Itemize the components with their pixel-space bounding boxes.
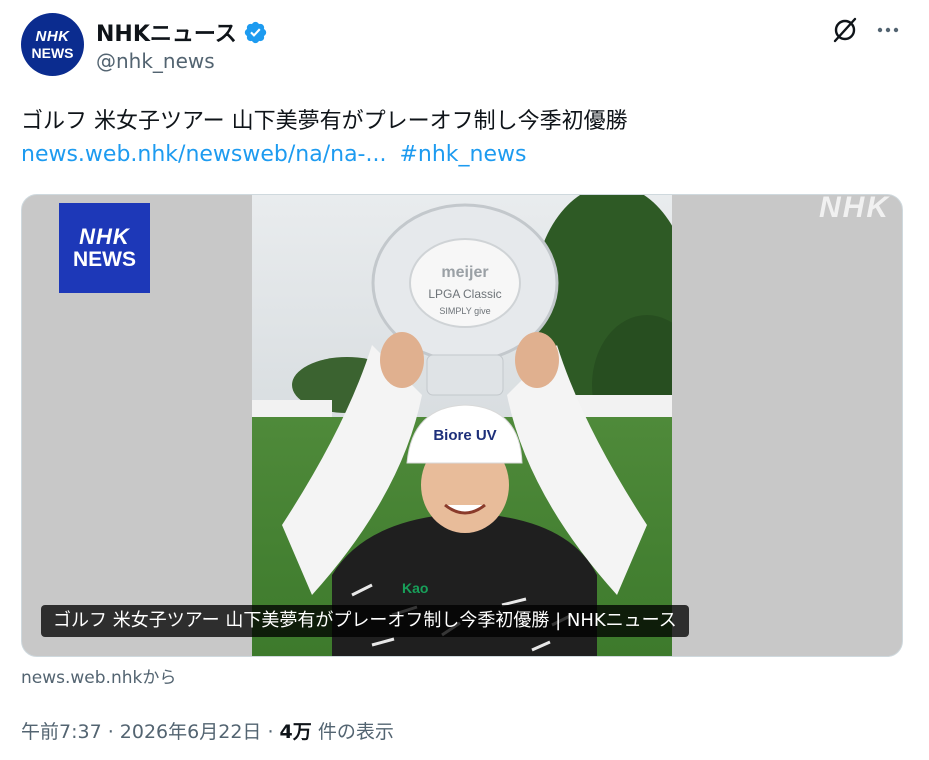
tweet-url-link[interactable]: news.web.nhk/newsweb/na/na-... <box>21 142 386 167</box>
view-count-label: 件の表示 <box>311 721 394 743</box>
trophy-text-3: SIMPLY give <box>439 306 490 316</box>
tweet-text: ゴルフ 米女子ツアー 山下美夢有がプレーオフ制し今季初優勝 <box>21 109 628 134</box>
trophy-text-2: LPGA Classic <box>428 287 501 301</box>
account-name-row: NHKニュース <box>96 16 268 48</box>
right-hand <box>515 332 559 388</box>
avatar-logo-line2: NEWS <box>31 45 74 61</box>
meta-separator: · <box>101 721 120 743</box>
avatar[interactable]: NHK NEWS <box>21 13 84 76</box>
avatar-logo-line1: NHK <box>35 28 70 45</box>
news-photo: meijer LPGA Classic SIMPLY give Kao Bior… <box>252 195 672 656</box>
tweet-links: news.web.nhk/newsweb/na/na-... #nhk_news <box>21 142 526 167</box>
left-hand <box>380 332 424 388</box>
display-name[interactable]: NHKニュース <box>96 16 237 48</box>
trophy-base <box>426 354 504 396</box>
nhk-logo-line2: NEWS <box>73 247 136 271</box>
tweet-meta: 午前7:37 · 2026年6月22日 · 4万 件の表示 <box>21 717 394 744</box>
meta-separator: · <box>261 721 280 743</box>
hashtag-link[interactable]: #nhk_news <box>399 142 526 167</box>
shirt-logo: Kao <box>402 580 428 596</box>
nhk-logo-line1: NHK <box>79 224 130 250</box>
link-preview-card[interactable]: NHK NEWS NHK meijer LPGA Classic SIMPLY … <box>21 194 903 657</box>
card-source[interactable]: news.web.nhkから <box>21 663 176 688</box>
verified-badge-icon <box>244 21 266 43</box>
more-icon[interactable] <box>873 15 903 45</box>
nhk-watermark: NHK <box>819 194 890 224</box>
card-caption: ゴルフ 米女子ツアー 山下美夢有がプレーオフ制し今季初優勝 | NHKニュース <box>41 605 689 637</box>
tweet-time[interactable]: 午前7:37 <box>21 721 102 743</box>
cap-logo: Biore UV <box>433 427 496 444</box>
nhk-news-logo: NHK NEWS <box>59 203 150 293</box>
trophy-text: meijer <box>441 264 488 281</box>
account-handle[interactable]: @nhk_news <box>96 49 215 73</box>
tweet-date[interactable]: 2026年6月22日 <box>120 721 262 743</box>
view-count: 4万 <box>279 721 312 743</box>
grok-icon[interactable] <box>830 15 860 45</box>
